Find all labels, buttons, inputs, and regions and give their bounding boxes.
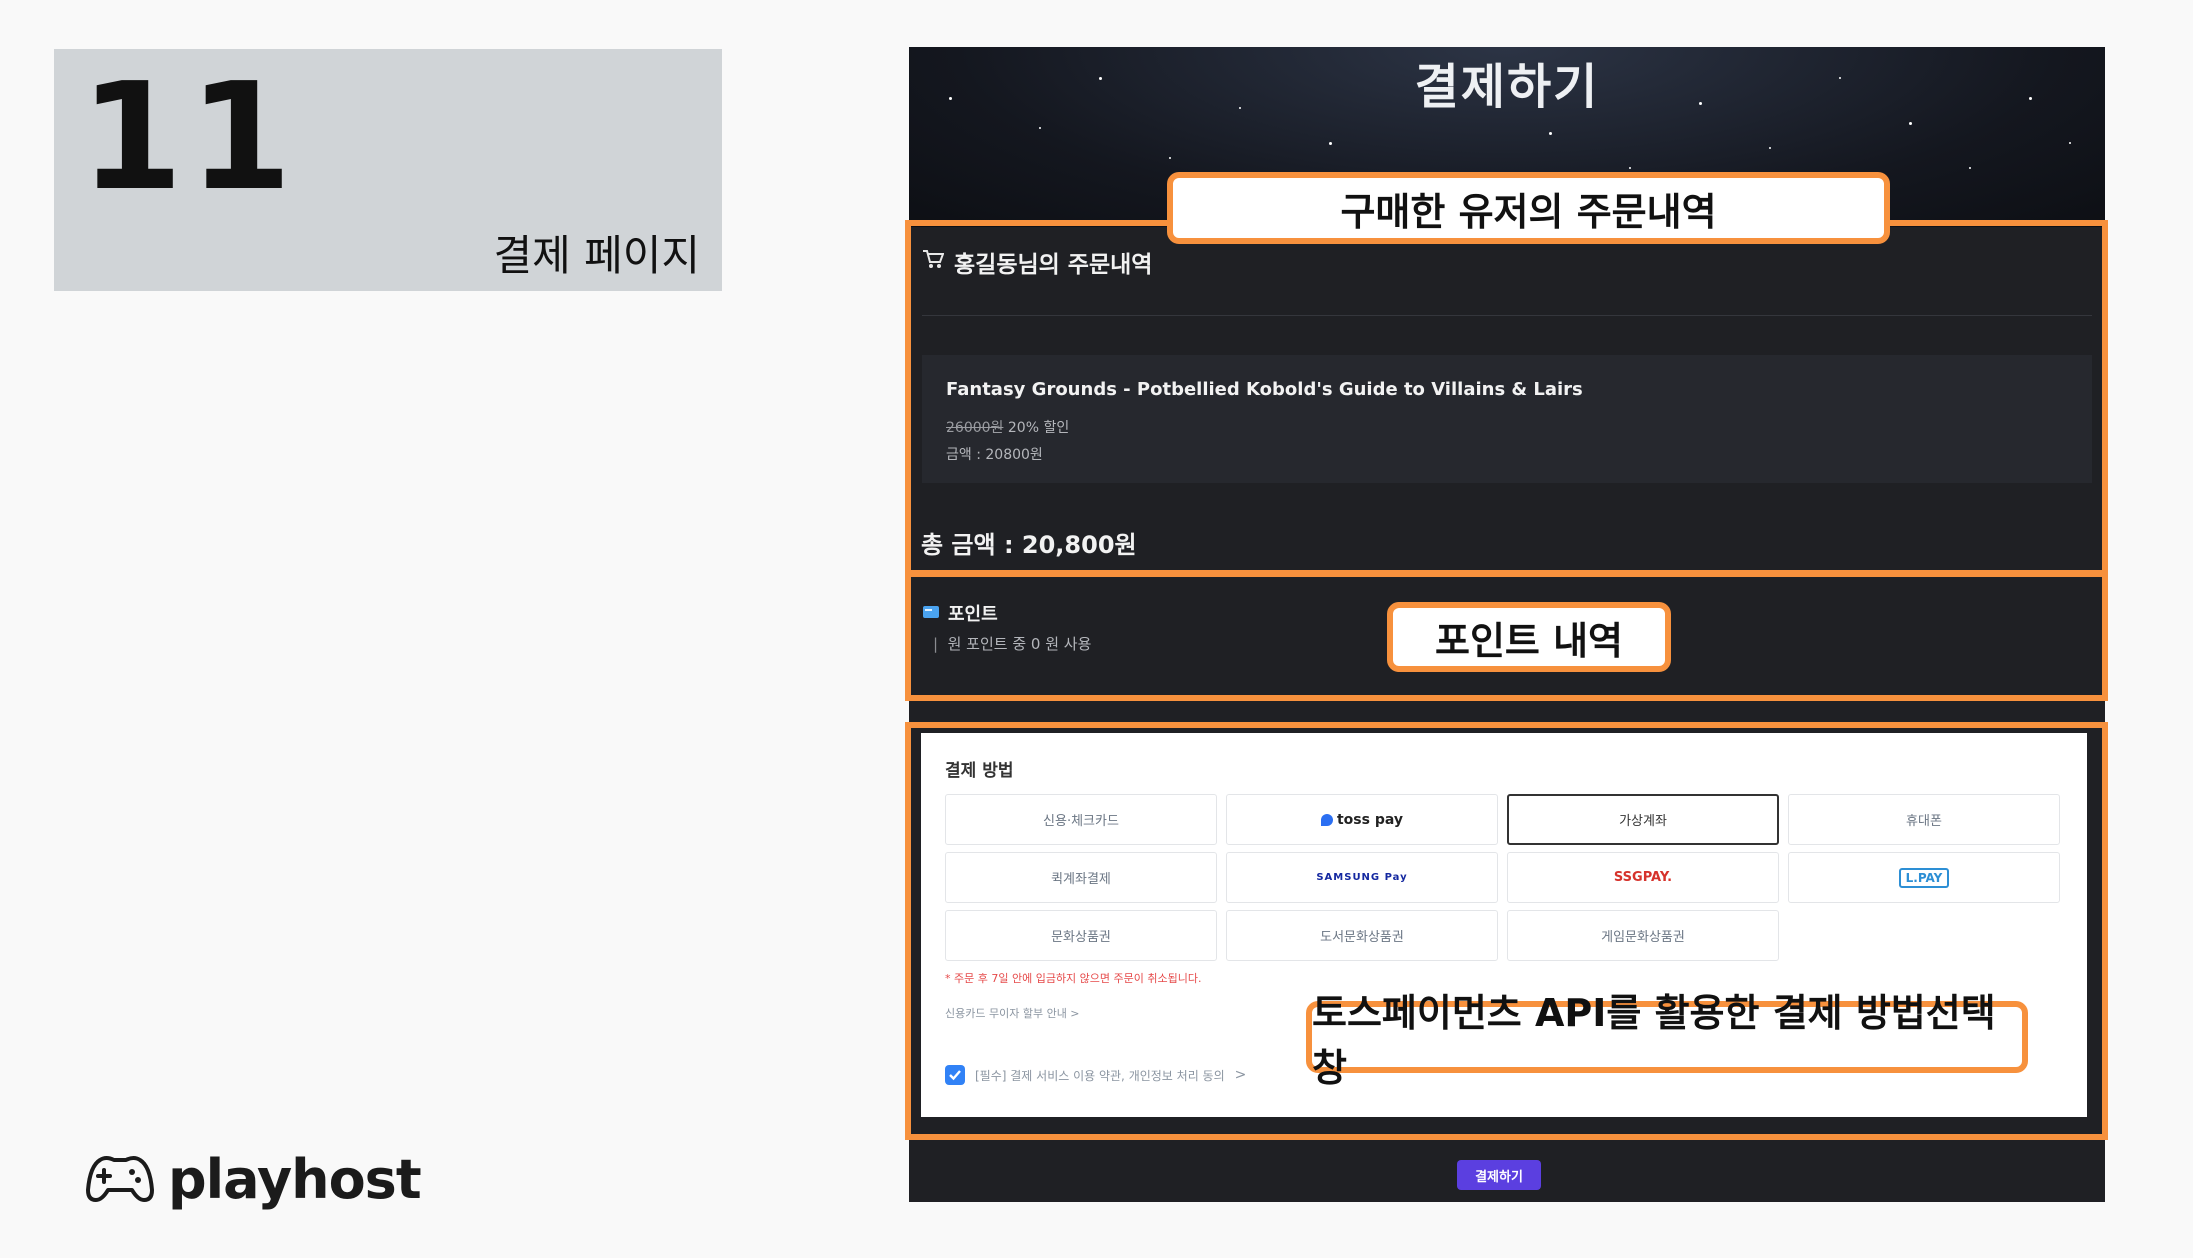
- pay-button[interactable]: 결제하기: [1457, 1160, 1541, 1190]
- slide-title: 결제 페이지: [493, 231, 700, 280]
- annotation-frame-order: [905, 220, 2108, 576]
- annotation-label-payment: 토스페이먼츠 API를 활용한 결제 방법선택창: [1306, 991, 2028, 1090]
- annotation-label-order: 구매한 유저의 주문내역: [1167, 172, 1890, 244]
- slide-header: 11 결제 페이지: [54, 49, 722, 291]
- annotation-label-point: 포인트 내역: [1387, 602, 1671, 672]
- brand-logo: playhost: [86, 1148, 422, 1211]
- gamepad-icon: [86, 1152, 154, 1208]
- logo-text: playhost: [168, 1148, 422, 1211]
- page-title: 결제하기: [1414, 59, 1600, 115]
- slide-number: 11: [80, 51, 298, 223]
